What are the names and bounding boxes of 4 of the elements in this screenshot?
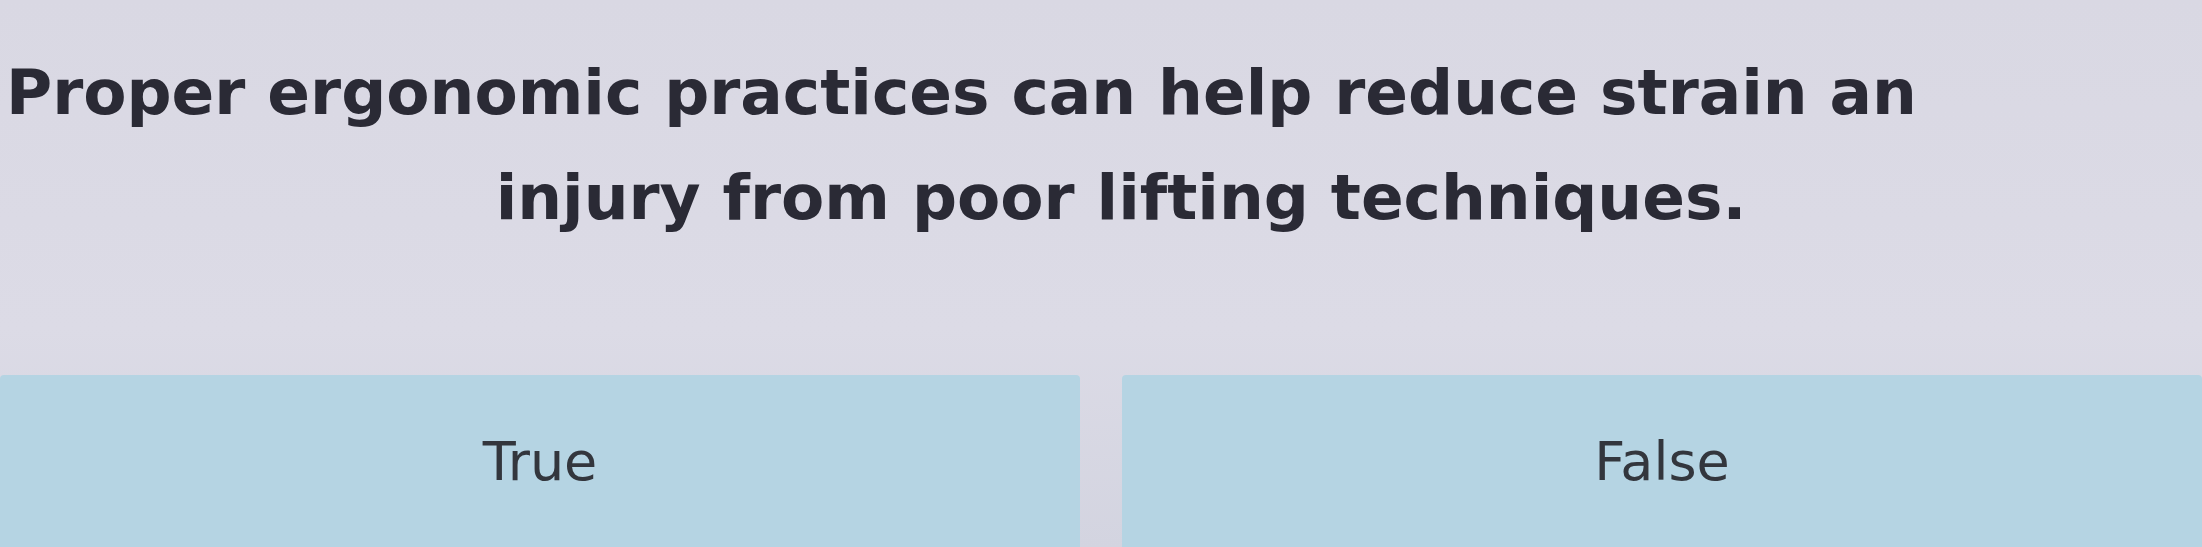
question-text: injury from poor lifting techniques. [494,160,1748,236]
answer-button[interactable]: True [0,375,1080,547]
question-text: Proper ergonomic practices can help reduce strain an [5,55,1918,131]
answer-button[interactable]: False [1122,375,2202,547]
